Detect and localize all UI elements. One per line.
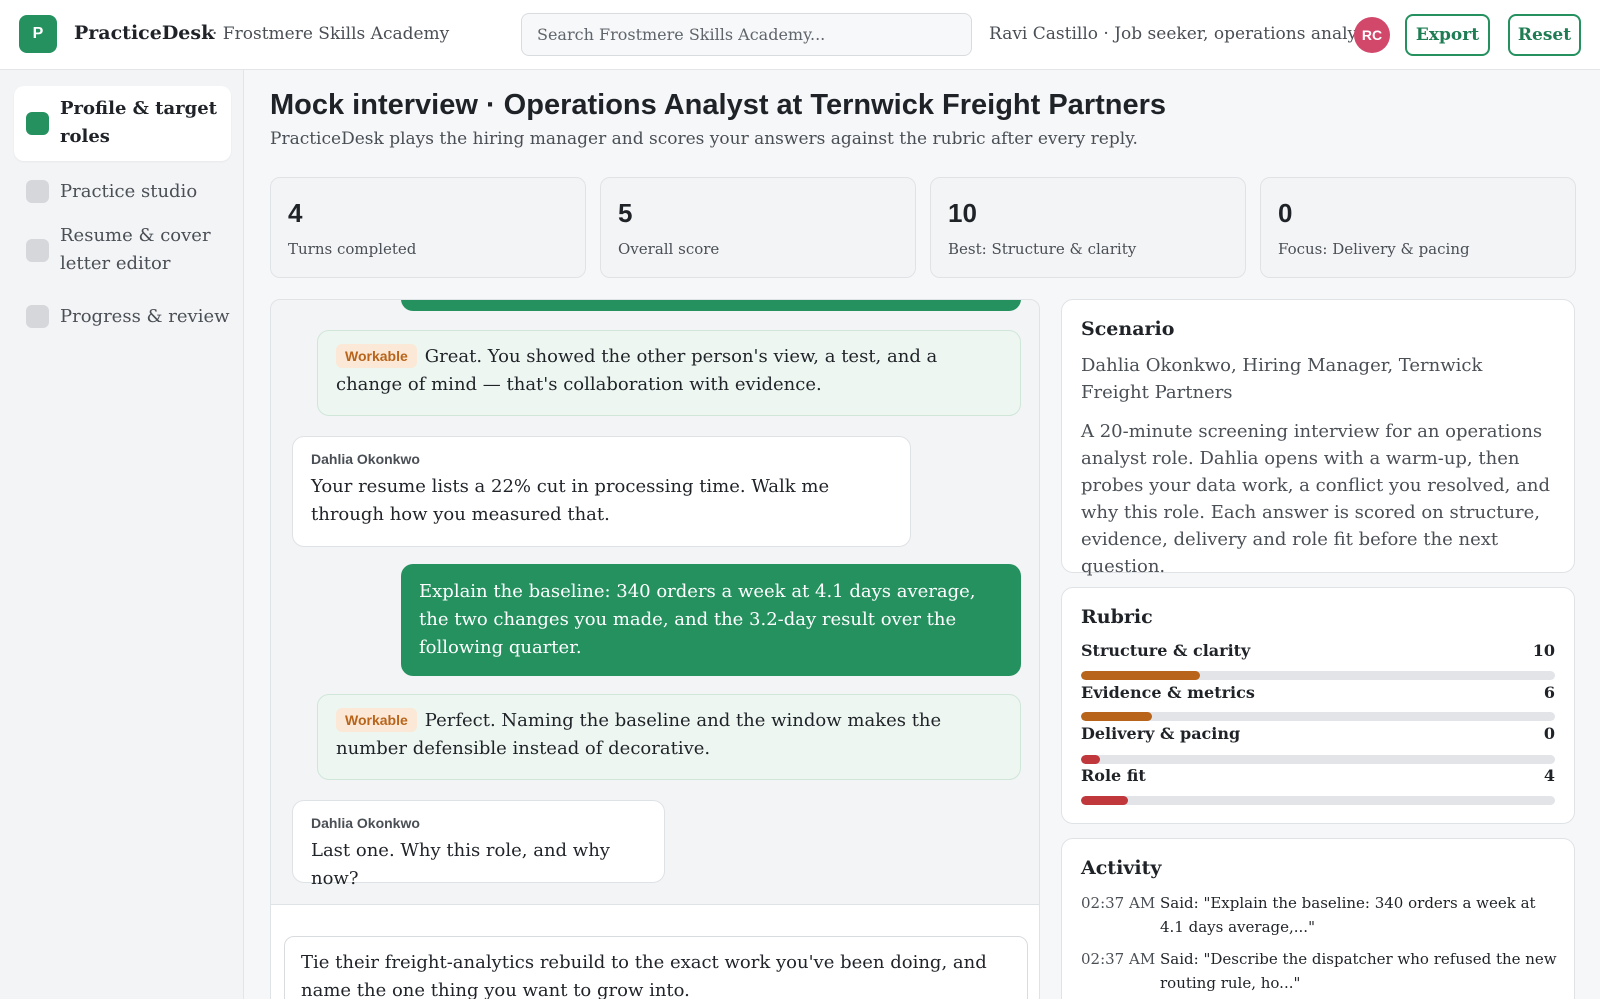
feedback-badge: Workable — [336, 708, 417, 732]
nav-indicator — [26, 305, 49, 328]
rubric-bar-fill — [1081, 796, 1129, 805]
feedback-bubble: Workable Great. You showed the other pers… — [317, 330, 1021, 416]
activity-time: 02:37 AM — [1081, 950, 1156, 968]
rubric-bar — [1081, 671, 1555, 680]
sidebar-item-profile[interactable]: Profile & target roles — [14, 86, 231, 161]
rubric-item-name: Role fit — [1081, 766, 1146, 785]
page-title: Mock interview · Operations Analyst at T… — [270, 89, 1167, 121]
stat-card-turns: 4 Turns completed — [270, 177, 586, 278]
rubric-item-score: 10 — [1532, 641, 1555, 660]
user-text: Explain the baseline: 340 orders a week … — [419, 581, 976, 658]
stat-label: Overall score — [618, 240, 720, 258]
nav-indicator — [26, 239, 49, 262]
sidebar-item-resume-editor[interactable]: Resume & cover letter editor — [14, 220, 231, 280]
scenario-panel: Scenario Dahlia Okonkwo, Hiring Manager,… — [1061, 299, 1575, 577]
chat-panel[interactable]: Workable Great. You showed the other pers… — [270, 299, 1040, 999]
rubric-bar-fill — [1081, 712, 1153, 721]
user-bubble: Explain the baseline: 340 orders a week … — [401, 564, 1021, 676]
stat-label: Turns completed — [288, 240, 417, 258]
stat-card-best: 10 Best: Structure & clarity — [930, 177, 1246, 278]
sidebar: Profile & target roles Practice studio R… — [0, 70, 244, 999]
user-label: Ravi Castillo · Job seeker, operations a… — [989, 24, 1373, 44]
stat-value: 4 — [288, 198, 303, 228]
chat-bubble-user-partial — [401, 300, 1021, 311]
stat-value: 10 — [948, 198, 977, 228]
stat-value: 5 — [618, 198, 633, 228]
activity-panel: Activity 02:37 AM Said: "Explain the bas… — [1061, 838, 1575, 999]
speaker-name: Dahlia Okonkwo — [311, 451, 420, 467]
search-input[interactable] — [521, 13, 972, 56]
rubric-item-name: Evidence & metrics — [1081, 683, 1255, 702]
rubric-item-name: Delivery & pacing — [1081, 724, 1241, 743]
sidebar-item-label: Practice studio — [60, 181, 198, 202]
activity-title: Activity — [1081, 857, 1162, 879]
nav-indicator — [26, 180, 49, 203]
nav-indicator — [26, 112, 49, 135]
reply-input[interactable] — [284, 936, 1028, 999]
page-subtitle: PracticeDesk plays the hiring manager an… — [270, 129, 1138, 149]
sidebar-item-progress[interactable]: Progress & review — [14, 297, 231, 337]
feedback-text: Great. You showed the other person's vie… — [336, 346, 938, 395]
rubric-bar — [1081, 796, 1555, 805]
reset-button[interactable]: Reset — [1508, 14, 1581, 56]
export-button[interactable]: Export — [1405, 14, 1490, 56]
rubric-item-name: Structure & clarity — [1081, 641, 1251, 660]
manager-text: Your resume lists a 22% cut in processin… — [311, 476, 830, 525]
feedback-bubble: Workable Perfect. Naming the baseline and… — [317, 694, 1021, 780]
rubric-item-score: 6 — [1543, 683, 1555, 702]
sidebar-item-label: Progress & review — [60, 306, 230, 327]
sidebar-item-label: Profile & target roles — [60, 98, 217, 147]
speaker-name: Dahlia Okonkwo — [311, 815, 420, 831]
stat-card-focus: 0 Focus: Delivery & pacing — [1260, 177, 1576, 278]
rubric-panel: Rubric Structure & clarity 10 Evidence &… — [1061, 587, 1575, 824]
scenario-title: Scenario — [1081, 318, 1175, 340]
rubric-item-score: 4 — [1543, 766, 1555, 785]
rubric-item-score: 0 — [1543, 724, 1555, 743]
stat-label: Focus: Delivery & pacing — [1278, 240, 1470, 258]
activity-text: Said: "Describe the dispatcher who refus… — [1160, 950, 1557, 992]
activity-text: Said: "Explain the baseline: 340 orders … — [1160, 894, 1536, 936]
rubric-bar-fill — [1081, 755, 1100, 764]
stat-value: 0 — [1278, 198, 1293, 228]
scenario-description: A 20-minute screening interview for an o… — [1081, 421, 1550, 577]
manager-bubble: Dahlia Okonkwo Your resume lists a 22% c… — [292, 436, 911, 547]
app-name[interactable]: PracticeDesk — [74, 22, 214, 44]
feedback-badge: Workable — [336, 344, 417, 368]
sidebar-item-practice-studio[interactable]: Practice studio — [14, 172, 231, 212]
top-bar: P PracticeDesk · Frostmere Skills Academ… — [0, 0, 1600, 70]
stat-label: Best: Structure & clarity — [948, 240, 1137, 258]
app-logo[interactable]: P — [19, 15, 57, 53]
rubric-bar — [1081, 712, 1555, 721]
rubric-bar-fill — [1081, 671, 1200, 680]
scenario-interviewer: Dahlia Okonkwo, Hiring Manager, Ternwick… — [1081, 355, 1483, 403]
activity-time: 02:37 AM — [1081, 894, 1156, 912]
org-name: · Frostmere Skills Academy — [212, 24, 450, 44]
rubric-title: Rubric — [1081, 606, 1153, 628]
manager-bubble: Dahlia Okonkwo Last one. Why this role, … — [292, 800, 665, 889]
avatar[interactable]: RC — [1354, 17, 1390, 53]
manager-text: Last one. Why this role, and why now? — [311, 840, 610, 889]
rubric-bar — [1081, 755, 1555, 764]
stat-card-overall-score: 5 Overall score — [600, 177, 916, 278]
sidebar-item-label: Resume & cover letter editor — [60, 225, 211, 274]
composer-area — [271, 904, 1039, 999]
feedback-text: Perfect. Naming the baseline and the win… — [336, 710, 942, 759]
